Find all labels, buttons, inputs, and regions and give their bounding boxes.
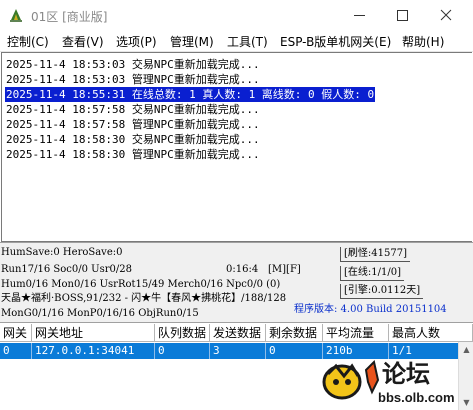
menu-bar: 控制(C) 查看(V) 选项(P) 管理(M) 工具(T) ESP-B版单机网关… [0,30,473,52]
column-header-max-users[interactable]: 最高人数 [389,324,473,342]
title-bar: 01区 [商业版] [0,0,473,30]
log-line: 2025-11-4 18:57:58 管理NPC重新加载完成... [6,118,260,131]
status-mon-line: MonG0/1/16 MonP0/16/16 ObjRun0/15 [1,308,199,319]
menu-help[interactable]: 帮助(H) [402,33,444,50]
window-title: 01区 [商业版] [31,10,108,24]
log-panel[interactable]: 2025-11-4 18:53:03 交易NPC重新加载完成... 2025-1… [1,52,472,242]
close-icon [440,9,452,21]
column-header-sent[interactable]: 发送数据 [210,324,266,342]
minimize-button[interactable] [339,0,379,30]
table-cell: 3 [210,343,266,359]
engine-uptime: [引擎:0.0112天] [340,284,424,299]
column-header-avg-traffic[interactable]: 平均流量 [323,324,389,342]
log-line-selected: 2025-11-4 18:55:31 在线总数: 1 真人数: 1 离线数: 0… [5,87,376,102]
table-cell: 0 [0,343,32,359]
watermark-brand: 论坛 [382,360,430,388]
watermark-url: bbs.olb.com [378,390,455,405]
maximize-button[interactable] [382,0,422,30]
menu-control[interactable]: 控制(C) [7,33,49,50]
refresh-monster-count: [刷怪:41577] [340,247,410,262]
program-version: 程序版本: 4.00 Build 20151104 [294,304,447,315]
column-header-remaining[interactable]: 剩余数据 [266,324,323,342]
column-header-address[interactable]: 网关地址 [32,324,155,342]
maximize-icon [396,9,408,21]
log-line: 2025-11-4 18:53:03 管理NPC重新加载完成... [6,73,260,86]
column-header-gateway[interactable]: 网关 [0,324,32,342]
log-line: 2025-11-4 18:58:30 交易NPC重新加载完成... [6,133,260,146]
status-map-line: 天晶★福利·BOSS,91/232 - 闪★牛【春风★拂桃花】/188/128 [1,293,287,304]
app-icon [10,9,22,22]
table-cell: 0 [155,343,210,359]
menu-manage[interactable]: 管理(M) [170,33,214,50]
status-clock: 0:16:4 [226,264,259,275]
status-flags: [M][F] [268,264,301,275]
status-hum-line: Hum0/16 Mon0/16 UsrRot15/49 Merch0/16 Np… [1,279,281,290]
menu-esp-gateway[interactable]: ESP-B版单机网关(E) [280,33,391,50]
log-line: 2025-11-4 18:57:58 交易NPC重新加载完成... [6,103,260,116]
column-header-queue[interactable]: 队列数据 [155,324,210,342]
menu-tools[interactable]: 工具(T) [227,33,268,50]
online-count: [在线:1/1/0] [340,266,404,281]
minimize-icon [353,14,365,16]
log-line: 2025-11-4 18:58:30 管理NPC重新加载完成... [6,148,260,161]
watermark-logo: 论坛 bbs.olb.com [322,360,455,405]
close-button[interactable] [426,0,466,30]
log-line: 2025-11-4 18:53:03 交易NPC重新加载完成... [6,58,260,71]
status-run-line: Run17/16 Soc0/0 Usr0/28 [1,264,132,275]
status-save-line: HumSave:0 HeroSave:0 [1,247,123,258]
table-cell: 127.0.0.1:34041 [32,343,155,359]
menu-options[interactable]: 选项(P) [116,33,157,50]
menu-view[interactable]: 查看(V) [62,33,104,50]
status-panel: HumSave:0 HeroSave:0 [刷怪:41577] Run17/16… [0,242,473,322]
